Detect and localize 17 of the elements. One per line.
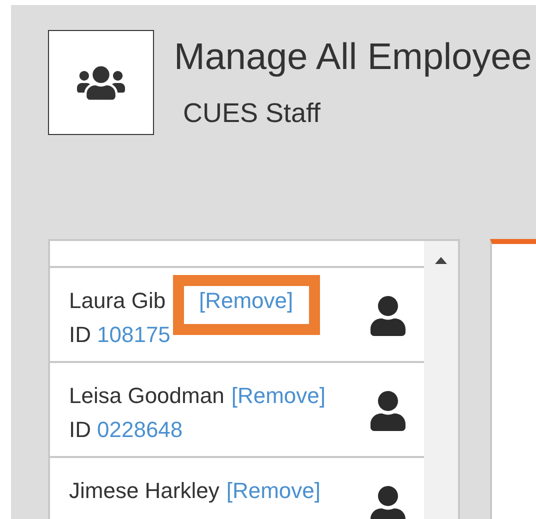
person-icon [370, 486, 406, 519]
person-icon [370, 391, 406, 431]
page-subtitle: CUES Staff [183, 98, 322, 128]
employee-id-link[interactable]: 0228648 [97, 417, 183, 442]
id-label: ID [69, 322, 91, 347]
employee-id-link[interactable]: 108175 [97, 322, 170, 347]
remove-link[interactable]: [Remove] [231, 383, 326, 408]
remove-link[interactable]: [Remove] [226, 478, 321, 503]
employee-name: Laura Gib [69, 288, 167, 313]
employee-name: Leisa Goodman [69, 383, 224, 408]
scrollbar[interactable] [424, 241, 458, 519]
page-title: Manage All Employee [174, 36, 532, 78]
remove-link[interactable]: [Remove] [199, 288, 294, 313]
scroll-up-icon[interactable] [435, 257, 447, 264]
id-label: ID [69, 417, 91, 442]
employee-name: Jimese Harkley [69, 478, 220, 503]
person-icon [370, 296, 406, 336]
